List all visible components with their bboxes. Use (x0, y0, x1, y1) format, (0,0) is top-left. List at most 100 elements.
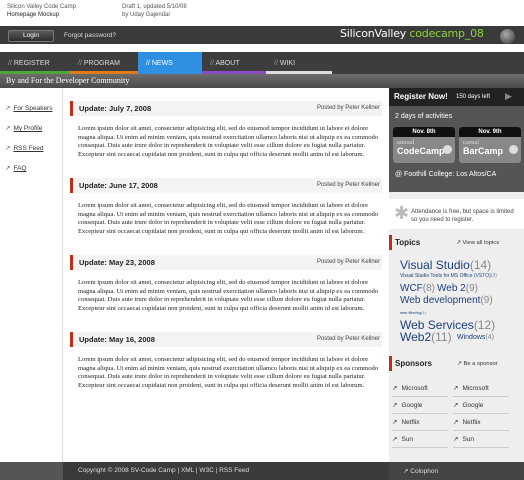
sponsor-divider (392, 447, 448, 448)
footer-left-block (0, 462, 63, 480)
post-header: Update: May 23, 2008 Posted by Peter Kel… (70, 255, 382, 270)
login-button[interactable]: Login (8, 30, 54, 42)
post-title[interactable]: Update: May 23, 2008 (79, 258, 155, 267)
link-my-profile[interactable]: ↗ My Profile (5, 124, 52, 132)
go-icon (509, 145, 518, 154)
sponsor-link[interactable]: ↗ Microsoft (453, 384, 489, 392)
logo-brand: codecamp (409, 27, 465, 40)
sponsor-link[interactable]: ↗ Netflix (453, 418, 481, 426)
nav-news-label: NEWS (151, 60, 173, 67)
tag-name: Web 2 (437, 283, 466, 294)
day-kind: casual (463, 139, 480, 146)
logo-globe-icon (500, 29, 515, 44)
link-rss-feed[interactable]: ↗ RSS Feed (5, 144, 52, 152)
day-name: CodeCamp (397, 146, 445, 156)
view-all-topics-link[interactable]: ↗ View all topics (456, 240, 499, 246)
arrow-icon: ↗ (453, 436, 459, 443)
post-title[interactable]: Update: June 17, 2008 (79, 181, 158, 190)
sponsor-name: Microsoft (401, 385, 428, 392)
sponsor-name: Netflix (462, 419, 481, 426)
arrow-icon: ↗ (453, 419, 459, 426)
sponsor-link[interactable]: ↗ Netflix (392, 418, 420, 426)
post-header: Update: June 17, 2008 Posted by Peter Ke… (70, 178, 382, 193)
topic-tag[interactable]: WCF(8) (400, 283, 435, 294)
nav-wiki[interactable]: // WIKI (266, 52, 332, 74)
link-for-speakers[interactable]: ↗ For Speakers (5, 104, 52, 112)
arrow-icon: ↗ (392, 385, 398, 392)
tag-name: Windows (457, 334, 486, 341)
nav-register-label: REGISTER (13, 60, 50, 67)
sponsor-link[interactable]: ↗ Sun (453, 435, 474, 443)
codecamp-day-button[interactable]: Nov. 8th annual CodeCamp (393, 127, 455, 163)
sponsor-name: Sun (462, 436, 475, 443)
two-days-label: 2 days of activities (395, 113, 453, 120)
nav-program[interactable]: // PROGRAM (70, 52, 138, 74)
post-header: Update: July 7, 2008 Posted by Peter Kel… (70, 101, 382, 116)
tag-count: (14) (469, 258, 492, 272)
topics-title: Topics (395, 238, 421, 247)
go-icon (443, 145, 452, 154)
site-subtitle: Homepage Mockup (7, 12, 60, 18)
topic-tag[interactable]: Web2(11) (400, 330, 452, 344)
topic-tag[interactable]: Visual Studio Tools for MS Office (VSTO)… (400, 273, 497, 279)
nav-news[interactable]: // NEWS (138, 52, 202, 74)
arrow-icon: ↗ (453, 385, 459, 392)
logo-prefix: SiliconValley (340, 27, 407, 40)
post-title[interactable]: Update: May 16, 2008 (79, 335, 155, 344)
colophon-link[interactable]: ↗ Colophon (403, 467, 438, 475)
sponsor-link[interactable]: ↗ Sun (392, 435, 413, 443)
link-label: RSS Feed (13, 145, 44, 152)
register-title[interactable]: Register Now! (394, 92, 448, 101)
arrow-icon: ↗ (5, 125, 11, 132)
arrow-icon: ↗ (5, 145, 11, 152)
day-name: BarCamp (463, 146, 504, 156)
post-author: Posted by Peter Kellner (316, 105, 380, 111)
sponsor-link[interactable]: ↗ Google (453, 401, 483, 409)
sponsor-link[interactable]: ↗ Google (392, 401, 422, 409)
colophon-label: Colophon (410, 468, 439, 475)
days-left: 150 days left (456, 94, 491, 100)
day-kind: annual (397, 139, 415, 146)
tag-name: Visual Studio (400, 258, 470, 272)
news-post: Update: June 17, 2008 Posted by Peter Ke… (70, 178, 382, 237)
arrow-right-icon[interactable]: ▶ (505, 91, 512, 102)
barcamp-day-button[interactable]: Nov. 9th casual BarCamp (459, 127, 521, 163)
news-post: Update: May 16, 2008 Posted by Peter Kel… (70, 332, 382, 391)
nav-about[interactable]: // ABOUT (202, 52, 266, 74)
topic-tag[interactable]: Web development(9) (400, 295, 493, 306)
nav-about-label: ABOUT (215, 60, 240, 67)
sponsor-link[interactable]: ↗ Microsoft (392, 384, 428, 392)
post-author: Posted by Peter Kellner (316, 336, 380, 342)
arrow-icon: ↗ (392, 436, 398, 443)
arrow-icon: ↗ (392, 419, 398, 426)
be-a-sponsor-link[interactable]: ↗ Be a sponsor (457, 361, 498, 367)
post-author: Posted by Peter Kellner (316, 259, 380, 265)
topic-tag[interactable]: Windows(4) (457, 334, 494, 341)
draft-label: Draft 1, updated 5/10/08 (122, 4, 187, 10)
site-name: Silicon Valley Code Camp (7, 4, 76, 10)
arrow-icon: ↗ (5, 165, 11, 172)
post-body: Lorem ipsum dolor sit amet, consectetur … (78, 356, 379, 390)
tagline: By and For the Developer Community (6, 76, 130, 85)
link-label: For Speakers (13, 105, 53, 112)
nav-register[interactable]: // REGISTER (0, 52, 70, 74)
link-label: FAQ (13, 165, 27, 172)
sponsor-divider (453, 396, 509, 397)
topic-tag[interactable]: Visual Studio(14) (400, 258, 491, 272)
site-logo[interactable]: SiliconValley codecamp_08 (340, 27, 484, 40)
topic-tag[interactable]: web filtering(1) (400, 310, 426, 315)
sponsor-name: Netflix (401, 419, 420, 426)
forgot-password-link[interactable]: Forgot password? (64, 32, 116, 39)
topic-tag[interactable]: Web 2(9) (437, 283, 478, 294)
footer-text[interactable]: Copyright © 2008 SV-Code Camp | XML | W3… (78, 467, 249, 474)
link-faq[interactable]: ↗ FAQ (5, 164, 52, 172)
post-title[interactable]: Update: July 7, 2008 (79, 104, 151, 113)
notice-text: Attendance is free, but space is limited… (411, 209, 514, 223)
sponsor-name: Sun (401, 436, 414, 443)
column-divider (62, 88, 63, 462)
nav-wiki-label: WIKI (279, 60, 296, 67)
day-date: Nov. 8th (393, 127, 455, 137)
tag-count: (11) (431, 330, 452, 344)
draft-info: Draft 1, updated 5/10/08 by Uday Gajenda… (122, 3, 187, 19)
sponsor-divider (453, 447, 509, 448)
